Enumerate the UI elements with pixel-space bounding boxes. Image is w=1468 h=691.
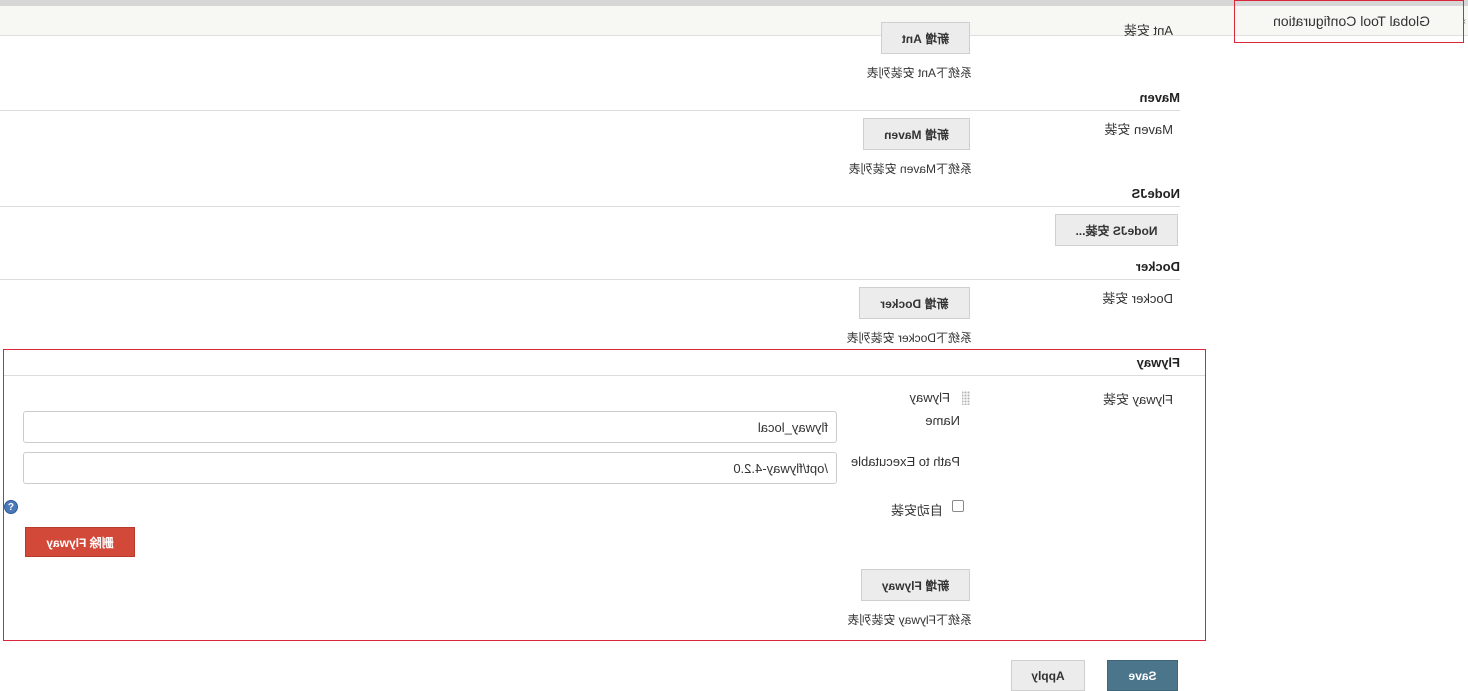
flyway-divider [4, 375, 1205, 376]
nodejs-divider [0, 206, 1180, 207]
page-canvas: › Global Tool Configuration Ant 安装 新增 An… [0, 0, 1468, 691]
maven-install-hint: 系统下Maven 安装列表 [848, 162, 972, 176]
docker-install-label: Docker 安装 [1102, 291, 1173, 306]
flyway-name-input[interactable] [23, 411, 837, 443]
ant-install-label: Ant 安装 [1123, 23, 1173, 38]
drag-handle-icon[interactable] [962, 391, 970, 405]
auto-install-checkbox[interactable] [952, 500, 964, 512]
nodejs-section-title: NodeJS [1131, 186, 1180, 201]
flyway-highlight-box [3, 349, 1206, 641]
flyway-path-input[interactable] [23, 452, 837, 484]
path-field-label: Path to Executable [850, 454, 960, 469]
breadcrumb-chevron-icon: › [1462, 16, 1466, 27]
flyway-install-hint: 系统下Flyway 安装列表 [847, 613, 972, 627]
maven-divider [0, 110, 1180, 111]
maven-section-title: Maven [1139, 90, 1180, 105]
add-docker-button[interactable]: 新增 Docker [859, 287, 970, 319]
flyway-entry-label: Flyway [909, 390, 950, 405]
apply-button[interactable]: Apply [1011, 660, 1085, 691]
docker-install-hint: 系统下Docker 安装列表 [846, 331, 972, 345]
name-field-label: Name [925, 413, 960, 428]
save-button[interactable]: Save [1107, 660, 1178, 691]
maven-install-label: Maven 安装 [1104, 122, 1173, 137]
help-icon[interactable]: ? [4, 500, 18, 514]
delete-flyway-button[interactable]: 删除 Flyway [25, 527, 135, 557]
auto-install-label: 自动安装 [890, 503, 943, 518]
docker-section-title: Docker [1135, 259, 1180, 274]
add-nodejs-button[interactable]: NodeJS 安装... [1055, 214, 1178, 246]
add-maven-button[interactable]: 新增 Maven [863, 118, 970, 150]
breadcrumb-current[interactable]: Global Tool Configuration [1273, 13, 1430, 29]
docker-divider [0, 279, 1180, 280]
flyway-install-label: Flyway 安装 [1102, 392, 1173, 407]
add-ant-button[interactable]: 新增 Ant [881, 22, 970, 54]
ant-install-hint: 系统下Ant 安装列表 [866, 66, 972, 80]
flyway-section-title: Flyway [1136, 355, 1180, 370]
add-flyway-button[interactable]: 新增 Flyway [861, 569, 970, 601]
